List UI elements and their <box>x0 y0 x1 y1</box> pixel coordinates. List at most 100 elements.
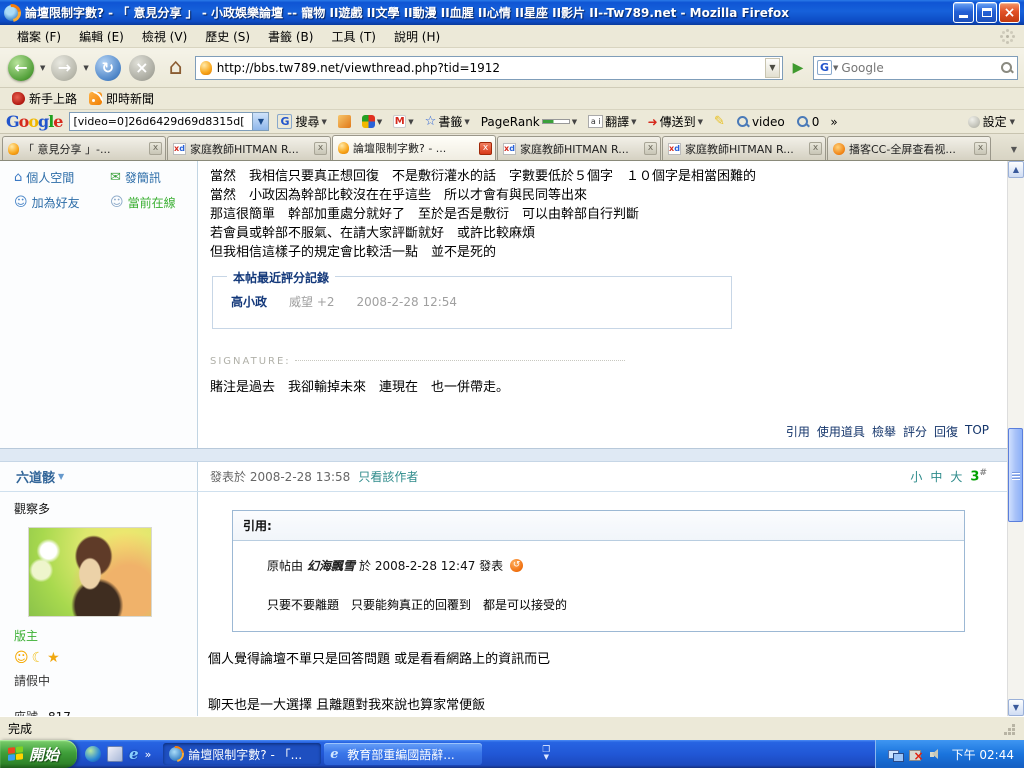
resize-grip <box>1002 722 1016 736</box>
ie-quicklaunch-icon[interactable]: e <box>129 745 139 763</box>
tab-close-icon[interactable]: x <box>809 142 822 155</box>
goto-source-icon[interactable]: ↺ <box>510 559 523 572</box>
app-quicklaunch-icon[interactable] <box>107 746 123 762</box>
floor-number-link[interactable]: 3# <box>970 468 987 484</box>
gtoolbar-word-count[interactable]: 0 <box>793 114 823 130</box>
gtoolbar-word-video[interactable]: video <box>733 114 788 130</box>
rating-legend: 本帖最近評分記錄 <box>227 269 335 286</box>
menu-view[interactable]: 檢視 (V) <box>133 25 196 48</box>
url-bar[interactable]: ▼ <box>195 56 783 80</box>
volume-tray-icon[interactable] <box>928 748 943 761</box>
tab-close-icon[interactable]: x <box>479 142 492 155</box>
vertical-scrollbar[interactable]: ▲ ▼ <box>1007 161 1024 716</box>
bookmark-getting-started[interactable]: 新手上路 <box>8 88 81 109</box>
tab-2[interactable]: xd 家庭教師HITMAN R... x <box>167 136 331 160</box>
post-2-body: 當然 我相信只要真正想回復 不是敷衍灌水的話 字數要低於５個字 １０個字是相當困… <box>198 161 1007 448</box>
task-ie[interactable]: e 教育部重編國語辭... <box>324 743 482 765</box>
gtoolbar-search-button[interactable]: G 搜尋 ▼ <box>274 112 329 131</box>
url-input[interactable] <box>217 61 765 75</box>
forward-button[interactable]: → <box>49 53 79 83</box>
stat-seat: 座號817 <box>14 707 197 716</box>
report-link[interactable]: 檢舉 <box>872 423 896 440</box>
menu-bookmarks[interactable]: 書籤 (B) <box>259 25 322 48</box>
tab-close-icon[interactable]: x <box>974 142 987 155</box>
gtoolbar-sendto-button[interactable]: ➜ 傳送到 ▼ <box>645 112 706 131</box>
gtoolbar-overflow[interactable]: » <box>827 114 840 130</box>
clock[interactable]: 下午 02:44 <box>952 746 1014 763</box>
quote-link[interactable]: 引用 <box>786 423 810 440</box>
tab-close-icon[interactable]: x <box>149 142 162 155</box>
author-dropdown-icon[interactable]: ▼ <box>58 472 64 481</box>
gtoolbar-apps-button[interactable]: ▼ <box>359 114 385 129</box>
gtoolbar-gmail-button[interactable]: M▼ <box>390 114 416 129</box>
send-message-link[interactable]: ✉發簡訊 <box>110 169 197 186</box>
start-button[interactable]: 開始 <box>0 740 77 768</box>
search-box[interactable]: G ▼ <box>813 56 1018 80</box>
globe-quicklaunch-icon[interactable] <box>85 746 101 762</box>
font-mid-link[interactable]: 中 <box>930 468 942 485</box>
search-icon[interactable] <box>1000 61 1014 75</box>
gtoolbar-translate-button[interactable]: a i 翻譯 ▼ <box>585 112 639 131</box>
menu-help[interactable]: 說明 (H) <box>385 25 449 48</box>
user-space-link[interactable]: ⌂個人空間 <box>14 169 110 186</box>
task-firefox[interactable]: 論壇限制字數? - 「... <box>163 743 321 765</box>
windows-flag-icon <box>8 746 24 762</box>
go-button[interactable]: ▶ <box>787 56 809 80</box>
rate-link[interactable]: 評分 <box>903 423 927 440</box>
reply-link[interactable]: 回復 <box>934 423 958 440</box>
gtoolbar-settings-button[interactable]: 設定 ▼ <box>965 112 1018 131</box>
combo-dropdown[interactable]: ▼ <box>252 113 268 130</box>
search-input[interactable] <box>841 61 1000 75</box>
top-link[interactable]: TOP <box>965 423 989 440</box>
bookmark-latest-news[interactable]: 即時新聞 <box>85 88 158 109</box>
tab-4[interactable]: xd 家庭教師HITMAN R... x <box>497 136 661 160</box>
tab-3-active[interactable]: 論壇限制字數? - ... x <box>332 135 496 160</box>
use-tools-link[interactable]: 使用道具 <box>817 423 865 440</box>
gtoolbar-news-button[interactable] <box>335 114 354 129</box>
tab-close-icon[interactable]: x <box>314 142 327 155</box>
scroll-thumb[interactable] <box>1008 428 1023 522</box>
rating-user-link[interactable]: 高小政 <box>231 293 267 310</box>
gtoolbar-pagerank-button[interactable]: PageRank ▼ <box>478 114 580 130</box>
tab-close-icon[interactable]: x <box>644 142 657 155</box>
scroll-up-button[interactable]: ▲ <box>1008 161 1024 178</box>
gtoolbar-bookmarks-button[interactable]: ☆ 書籤 ▼ <box>422 112 473 131</box>
home-button[interactable]: ⌂ <box>161 53 191 83</box>
search-engine-dropdown[interactable]: ▼ <box>833 64 838 72</box>
google-search-combo[interactable]: ▼ <box>69 112 269 131</box>
minimize-button[interactable] <box>953 2 974 23</box>
back-button[interactable]: ← <box>6 53 36 83</box>
author-link[interactable]: 六道骸 <box>16 467 55 486</box>
url-dropdown[interactable]: ▼ <box>765 58 780 78</box>
font-big-link[interactable]: 大 <box>950 468 962 485</box>
stop-button[interactable]: × <box>127 53 157 83</box>
scroll-track[interactable] <box>1008 178 1024 699</box>
add-friend-link[interactable]: ☺加為好友 <box>14 194 110 211</box>
tab-5[interactable]: xd 家庭教師HITMAN R... x <box>662 136 826 160</box>
disconnected-tray-icon[interactable] <box>908 748 923 761</box>
close-button[interactable]: × <box>999 2 1020 23</box>
search-engine-icon[interactable]: G <box>817 60 832 75</box>
font-small-link[interactable]: 小 <box>910 468 922 485</box>
highlighter-icon: ✎ <box>714 114 725 129</box>
gtoolbar-highlighter-button[interactable]: ✎ <box>711 113 728 130</box>
tab-1[interactable]: 「 意見分享 」-... x <box>2 136 166 160</box>
toolbar-toggle-icon[interactable]: ❐▼ <box>542 747 550 761</box>
quicklaunch-overflow-icon[interactable]: » <box>145 748 152 761</box>
google-query-input[interactable] <box>70 115 252 128</box>
restore-button[interactable] <box>976 2 997 23</box>
menu-file[interactable]: 檔案 (F) <box>8 25 70 48</box>
post-time: 發表於 2008-2-28 13:58 <box>210 468 350 485</box>
network-tray-icon[interactable] <box>888 748 903 761</box>
word-find-icon <box>796 115 810 129</box>
tab-list-dropdown[interactable]: ▼ <box>1006 138 1022 160</box>
menu-history[interactable]: 歷史 (S) <box>196 25 259 48</box>
forward-dropdown[interactable]: ▼ <box>83 64 88 72</box>
menu-edit[interactable]: 編輯 (E) <box>70 25 133 48</box>
scroll-down-button[interactable]: ▼ <box>1008 699 1024 716</box>
only-author-link[interactable]: 只看該作者 <box>358 468 418 485</box>
menu-tools[interactable]: 工具 (T) <box>322 25 385 48</box>
back-dropdown[interactable]: ▼ <box>40 64 45 72</box>
reload-button[interactable]: ↻ <box>93 53 123 83</box>
tab-6[interactable]: 播客CC-全屏查看视... x <box>827 136 991 160</box>
